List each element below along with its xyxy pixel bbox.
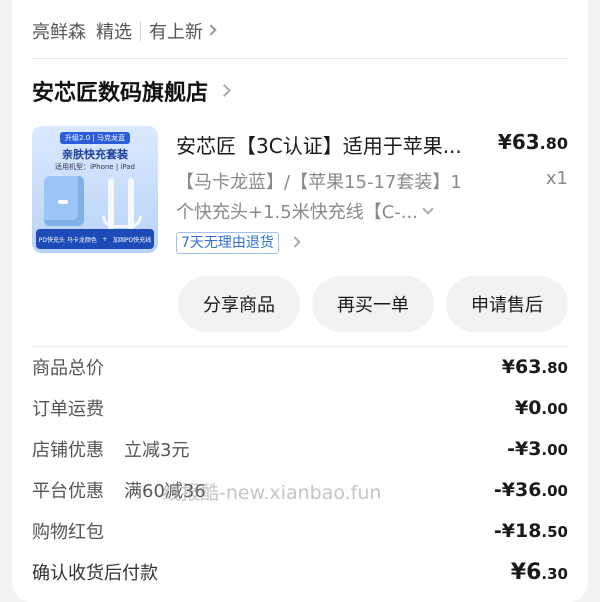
value-integer: -¥36	[493, 479, 542, 501]
divider	[32, 58, 568, 59]
value-decimal: .00	[541, 441, 568, 459]
tag-divider	[140, 21, 141, 41]
tag-brand: 亮鲜森	[32, 22, 86, 43]
return-policy-badge: 7天无理由退货	[176, 232, 279, 254]
price-decimal: .80	[539, 134, 568, 153]
return-policy[interactable]: 7天无理由退货	[176, 232, 301, 254]
label-text: 店铺优惠	[32, 440, 104, 461]
value-integer: ¥6	[510, 559, 542, 585]
summary-value: ¥6.30	[511, 560, 568, 585]
chevron-right-icon	[205, 24, 217, 36]
share-product-button[interactable]: 分享商品	[178, 276, 300, 332]
discount-note: 立减3元	[124, 440, 190, 461]
image-caption-right: 加固PD快充线	[112, 236, 152, 244]
price-integer: ¥63	[497, 130, 540, 154]
summary-row-store-discount: 店铺优惠 立减3元 -¥3.00	[32, 434, 568, 464]
value-decimal: .00	[541, 400, 568, 418]
tag-selected: 精选	[96, 22, 132, 43]
image-title: 亲肤快充套装	[62, 148, 128, 161]
watermark: 线报酷-new.xianbao.fun	[162, 482, 382, 504]
image-caption-left: PD快充头 马卡龙颜色	[38, 236, 97, 244]
summary-label: 订单运费	[32, 399, 104, 420]
value-integer: ¥0	[514, 397, 542, 419]
summary-label: 确认收货后付款	[32, 563, 158, 584]
value-decimal: .80	[541, 359, 568, 377]
value-decimal: .30	[541, 564, 568, 583]
summary-label: 商品总价	[32, 358, 104, 379]
value-decimal: .00	[541, 482, 568, 500]
spec-line-1: 【马卡龙蓝】/【苹果15-17套装】1	[176, 172, 462, 193]
usb-port-icon	[58, 200, 68, 204]
summary-value: ¥0.00	[515, 397, 568, 419]
summary-label: 购物红包	[32, 522, 104, 543]
summary-value: -¥18.50	[494, 520, 568, 542]
store-link[interactable]: 安芯匠数码旗舰店	[32, 75, 231, 107]
image-caption-bar: PD快充头 马卡龙颜色 + 加固PD快充线	[36, 229, 154, 249]
summary-row-shipping: 订单运费 ¥0.00	[32, 393, 568, 423]
chevron-down-icon	[422, 203, 434, 215]
product-quantity: x1	[545, 168, 568, 189]
value-integer: ¥63	[501, 356, 542, 378]
product-title[interactable]: 安芯匠【3C认证】适用于苹果...	[176, 130, 486, 159]
image-ribbon: 升级2.0 | 马克龙蓝	[60, 132, 130, 144]
label-text: 平台优惠	[32, 481, 104, 502]
divider	[32, 346, 568, 347]
summary-value: ¥63.80	[502, 356, 568, 378]
product-image[interactable]: 升级2.0 | 马克龙蓝 亲肤快充套装 适用机型：iPhone | iPad P…	[32, 126, 158, 253]
product-price: ¥63.80	[498, 130, 568, 154]
value-decimal: .50	[541, 523, 568, 541]
chevron-right-icon	[218, 83, 231, 97]
rebuy-button[interactable]: 再买一单	[312, 276, 434, 332]
after-sale-button[interactable]: 申请售后	[446, 276, 568, 332]
image-subtitle: 适用机型：iPhone | iPad	[54, 163, 136, 171]
chevron-right-icon	[289, 236, 301, 248]
summary-value: -¥36.00	[494, 479, 568, 501]
summary-row-payment: 确认收货后付款 ¥6.30	[32, 557, 568, 587]
store-tags[interactable]: 亮鲜森 精选 有上新	[32, 18, 217, 44]
value-integer: -¥18	[493, 520, 542, 542]
summary-value: -¥3.00	[507, 438, 568, 460]
summary-row-total: 商品总价 ¥63.80	[32, 352, 568, 382]
store-name: 安芯匠数码旗舰店	[32, 81, 209, 106]
tag-new-arrivals: 有上新	[149, 22, 203, 43]
spec-line-2: 个快充头+1.5米快充线【C-...	[176, 202, 418, 223]
plus-icon: +	[102, 235, 108, 243]
value-integer: -¥3	[507, 438, 542, 460]
summary-label: 店铺优惠 立减3元	[32, 436, 189, 462]
summary-row-red-packet: 购物红包 -¥18.50	[32, 516, 568, 546]
product-spec[interactable]: 【马卡龙蓝】/【苹果15-17套装】1 个快充头+1.5米快充线【C-...	[176, 168, 466, 228]
cable-loop-icon	[102, 216, 142, 228]
order-card: 亮鲜森 精选 有上新 安芯匠数码旗舰店 升级2.0 | 马克龙蓝 亲肤快充套装 …	[12, 0, 588, 602]
